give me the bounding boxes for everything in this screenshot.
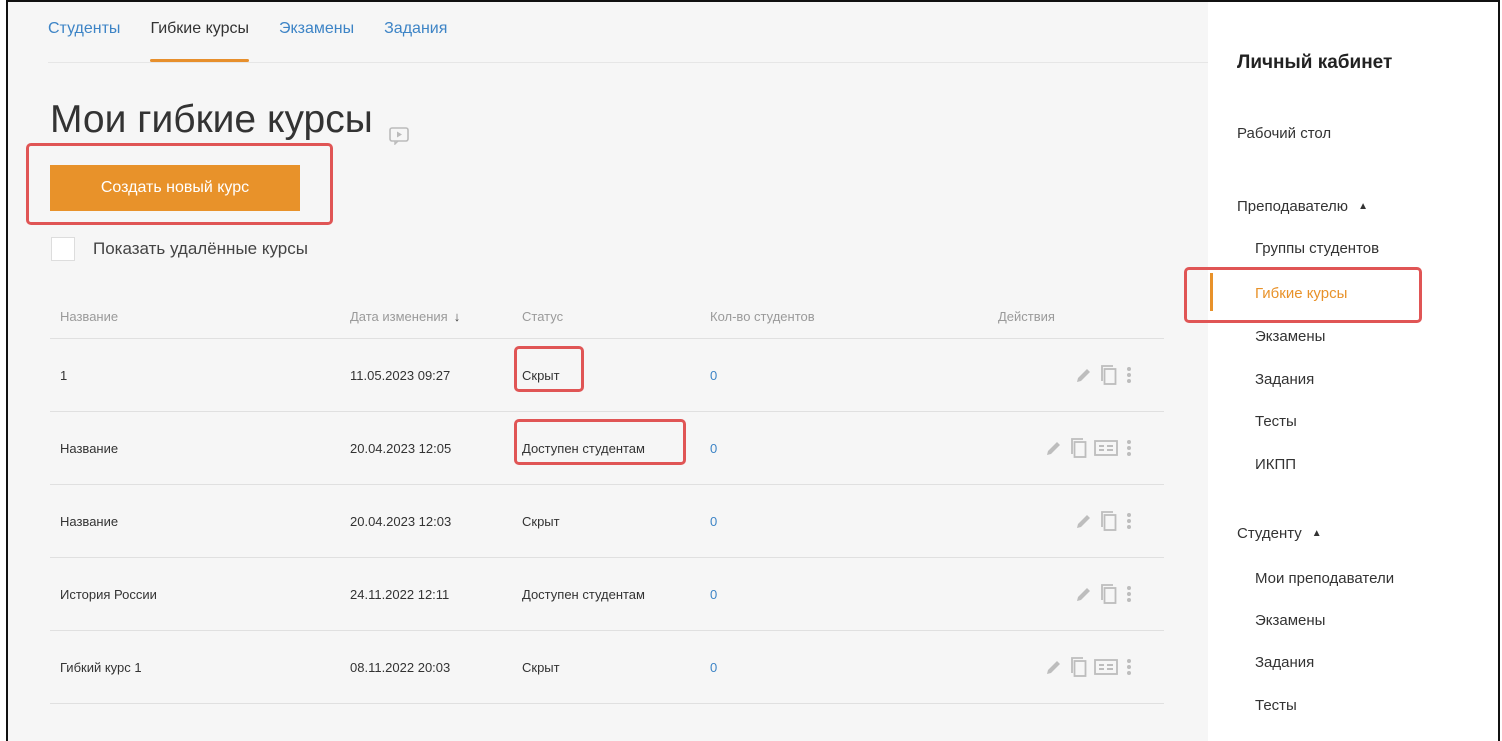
course-name[interactable]: Гибкий курс 1 xyxy=(50,660,342,675)
table-row[interactable]: Название 20.04.2023 12:05 Доступен студент… xyxy=(50,412,1164,485)
course-name[interactable]: История России xyxy=(50,587,342,602)
sidebar-item-teacher-exams[interactable]: Экзамены xyxy=(1255,328,1325,345)
student-count[interactable]: 0 xyxy=(702,441,992,456)
edit-icon[interactable] xyxy=(1044,438,1064,458)
status-highlight xyxy=(514,418,686,465)
show-deleted-option[interactable]: Показать удалённые курсы xyxy=(51,237,308,261)
student-count[interactable]: 0 xyxy=(702,660,992,675)
more-icon[interactable] xyxy=(1124,657,1134,677)
tab-flexible-courses[interactable]: Гибкие курсы xyxy=(150,20,249,62)
header-count[interactable]: Кол-во студентов xyxy=(702,309,992,324)
create-course-button[interactable]: Создать новый курс xyxy=(50,165,300,211)
row-actions xyxy=(992,437,1164,459)
row-actions xyxy=(992,510,1164,532)
sidebar-item-student-exams[interactable]: Экзамены xyxy=(1255,612,1325,629)
edit-icon[interactable] xyxy=(1074,584,1094,604)
more-icon[interactable] xyxy=(1124,365,1134,385)
sidebar-section-teacher[interactable]: Преподавателю ▲ xyxy=(1237,198,1368,215)
more-icon[interactable] xyxy=(1124,584,1134,604)
card-icon[interactable] xyxy=(1094,658,1118,676)
more-icon[interactable] xyxy=(1124,438,1134,458)
sidebar-item-teacher-tests[interactable]: Тесты xyxy=(1255,413,1297,430)
table-row[interactable]: Название 20.04.2023 12:03 Скрыт 0 xyxy=(50,485,1164,558)
caret-up-icon: ▲ xyxy=(1358,201,1368,212)
video-help-icon[interactable] xyxy=(388,111,409,146)
course-date: 08.11.2022 20:03 xyxy=(350,659,451,675)
status-highlight xyxy=(514,345,584,392)
edit-icon[interactable] xyxy=(1044,657,1064,677)
page-title: Мои гибкие курсы xyxy=(50,98,373,141)
row-actions xyxy=(992,583,1164,605)
copy-icon[interactable] xyxy=(1100,510,1118,532)
course-date: 11.05.2023 09:27 xyxy=(350,367,451,383)
sidebar-section-student[interactable]: Студенту ▲ xyxy=(1237,525,1322,542)
course-status: Доступен студентам xyxy=(522,586,645,602)
student-count[interactable]: 0 xyxy=(702,587,992,602)
more-icon[interactable] xyxy=(1124,511,1134,531)
course-name[interactable]: Название xyxy=(50,514,342,529)
course-name[interactable]: 1 xyxy=(50,368,342,383)
table-row[interactable]: История России 24.11.2022 12:11 Доступен с… xyxy=(50,558,1164,631)
tab-students[interactable]: Студенты xyxy=(48,20,120,38)
header-date[interactable]: Дата изменения ↓ xyxy=(342,309,514,324)
page-title-wrap: Мои гибкие курсы xyxy=(50,98,409,146)
copy-icon[interactable] xyxy=(1070,656,1088,678)
edit-icon[interactable] xyxy=(1074,365,1094,385)
tab-exams[interactable]: Экзамены xyxy=(279,20,354,38)
header-name[interactable]: Название xyxy=(50,309,342,324)
sidebar-item-teacher-assignments[interactable]: Задания xyxy=(1255,371,1314,388)
row-actions xyxy=(992,364,1164,386)
sort-down-icon: ↓ xyxy=(453,309,461,324)
course-date: 20.04.2023 12:05 xyxy=(350,440,452,456)
sidebar-item-flexible-courses[interactable]: Гибкие курсы xyxy=(1255,285,1347,302)
sidebar-item-my-teachers[interactable]: Мои преподаватели xyxy=(1255,570,1394,587)
sidebar-item-student-assignments[interactable]: Задания xyxy=(1255,654,1314,671)
sidebar-item-ikpp[interactable]: ИКПП xyxy=(1255,456,1296,473)
student-count[interactable]: 0 xyxy=(702,514,992,529)
top-nav: Студенты Гибкие курсы Экзамены Задания xyxy=(48,20,447,62)
course-date: 20.04.2023 12:03 xyxy=(350,513,452,529)
copy-icon[interactable] xyxy=(1100,583,1118,605)
courses-table: Название Дата изменения ↓ Статус Кол-во с… xyxy=(50,295,1164,704)
course-date: 24.11.2022 12:11 xyxy=(350,586,450,602)
tab-assignments[interactable]: Задания xyxy=(384,20,447,38)
main-content: Студенты Гибкие курсы Экзамены Задания М… xyxy=(8,2,1208,741)
table-header: Название Дата изменения ↓ Статус Кол-во с… xyxy=(50,295,1164,339)
header-actions: Действия xyxy=(998,309,1055,324)
edit-icon[interactable] xyxy=(1074,511,1094,531)
course-status: Скрыт xyxy=(522,659,560,675)
sidebar-title: Личный кабинет xyxy=(1237,52,1393,73)
row-actions xyxy=(992,656,1164,678)
card-icon[interactable] xyxy=(1094,439,1118,457)
table-row[interactable]: Гибкий курс 1 08.11.2022 20:03 Скрыт 0 xyxy=(50,631,1164,704)
course-status: Скрыт xyxy=(514,345,702,392)
sidebar-item-desktop[interactable]: Рабочий стол xyxy=(1237,125,1331,142)
nav-divider xyxy=(48,62,1208,63)
sidebar-item-student-tests[interactable]: Тесты xyxy=(1255,697,1297,714)
table-row[interactable]: 1 11.05.2023 09:27 Скрыт 0 xyxy=(50,339,1164,412)
copy-icon[interactable] xyxy=(1070,437,1088,459)
show-deleted-checkbox[interactable] xyxy=(51,237,75,261)
show-deleted-label: Показать удалённые курсы xyxy=(93,239,308,258)
caret-up-icon: ▲ xyxy=(1311,528,1322,539)
sidebar: Личный кабинет Рабочий стол Преподавател… xyxy=(1184,2,1498,741)
copy-icon[interactable] xyxy=(1100,364,1118,386)
sidebar-item-student-groups[interactable]: Группы студентов xyxy=(1255,240,1379,257)
header-status[interactable]: Статус xyxy=(514,309,702,324)
course-status: Доступен студентам xyxy=(514,418,702,465)
course-name[interactable]: Название xyxy=(50,441,342,456)
student-count[interactable]: 0 xyxy=(702,368,992,383)
course-status: Скрыт xyxy=(522,513,560,529)
